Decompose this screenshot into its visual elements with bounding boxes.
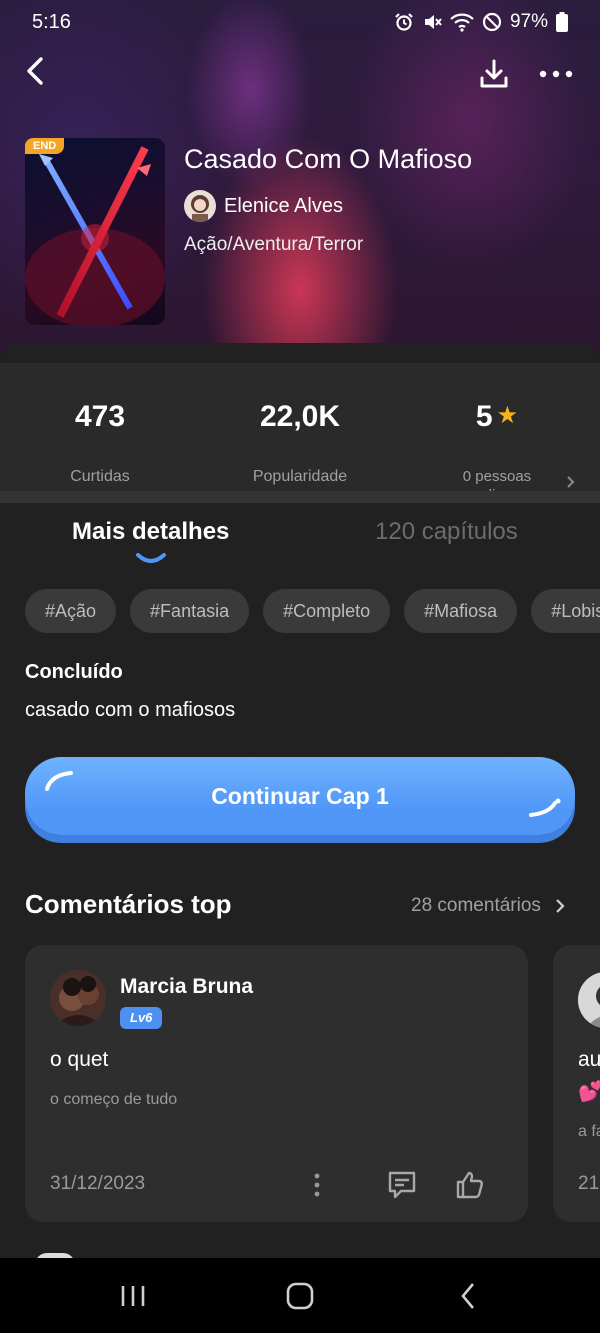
status-icons: 97% bbox=[394, 11, 568, 33]
comment-text: au bbox=[578, 1048, 600, 1071]
likes-label: Curtidas bbox=[70, 468, 130, 485]
commenter-avatar[interactable] bbox=[578, 972, 600, 1028]
end-badge: END bbox=[25, 138, 65, 154]
tab-chapters[interactable]: 120 capítulos bbox=[375, 518, 518, 546]
commenter-name[interactable]: Marcia Bruna bbox=[120, 975, 253, 999]
comments-section-title: Comentários top bbox=[25, 889, 232, 919]
back-nav-button[interactable] bbox=[428, 1258, 508, 1333]
comment-chapter: o começo de tudo bbox=[50, 1091, 178, 1108]
tag-chip[interactable]: #Fantasia bbox=[130, 589, 250, 633]
comment-date: 21 bbox=[578, 1173, 600, 1194]
all-comments-link[interactable]: 28 comentários bbox=[411, 895, 565, 917]
more-dots-icon bbox=[539, 70, 573, 78]
tag-chip[interactable]: #Ação bbox=[25, 589, 117, 633]
comment-text: o quet bbox=[50, 1048, 109, 1071]
reply-icon bbox=[388, 1171, 416, 1199]
do-not-disturb-icon bbox=[482, 12, 502, 32]
rating-value: 5 bbox=[475, 400, 493, 433]
details-sheet: 473 Curtidas 22,0K Popularidade 5 ★ 0 pes… bbox=[0, 343, 600, 1258]
author-name: Elenice Alves bbox=[224, 194, 343, 217]
button-shine bbox=[529, 798, 561, 817]
more-options-button[interactable] bbox=[538, 64, 574, 84]
section-divider bbox=[0, 491, 600, 503]
completion-status: Concluído bbox=[25, 661, 123, 683]
battery-icon bbox=[556, 12, 568, 32]
comment-card[interactable]: au 💕 a fa 21 bbox=[553, 945, 600, 1222]
synopsis: casado com o mafiosos bbox=[25, 699, 236, 721]
wifi-icon bbox=[450, 12, 474, 32]
like-button[interactable] bbox=[450, 1165, 490, 1205]
thumbs-up-icon bbox=[456, 1171, 484, 1199]
tag-chip[interactable]: #Lobisomem bbox=[531, 589, 600, 633]
book-genres: Ação/Aventura/Terror bbox=[184, 234, 364, 255]
battery-level: 97% bbox=[509, 11, 548, 32]
tag-list: #Ação #Fantasia #Completo #Mafiosa #Lobi… bbox=[25, 589, 600, 633]
system-nav-bar bbox=[0, 1258, 600, 1333]
comment-chapter: a fa bbox=[578, 1123, 600, 1140]
back-arrow-icon bbox=[27, 57, 43, 85]
mute-icon bbox=[422, 12, 442, 32]
popularity-label: Popularidade bbox=[252, 468, 348, 485]
back-nav-icon bbox=[461, 1282, 474, 1309]
book-title: Casado Com O Mafioso bbox=[184, 144, 473, 174]
likes-value: 473 bbox=[74, 400, 126, 433]
hero-background: 5:16 97% END Casado Com O Mafioso Elenic… bbox=[0, 0, 600, 360]
comment-card[interactable]: Marcia Bruna Lv6 o quet o começo de tudo… bbox=[25, 945, 528, 1222]
tag-chip[interactable]: #Mafiosa bbox=[404, 589, 518, 633]
download-button[interactable] bbox=[476, 56, 512, 92]
book-cover[interactable] bbox=[25, 138, 165, 325]
recent-apps-button[interactable] bbox=[93, 1258, 173, 1333]
alarm-icon bbox=[394, 12, 414, 32]
vertical-dots-icon bbox=[314, 1173, 320, 1197]
tab-details[interactable]: Mais detalhes bbox=[72, 518, 229, 546]
tag-chip[interactable]: #Completo bbox=[263, 589, 391, 633]
chevron-right-icon bbox=[556, 899, 565, 913]
button-shine bbox=[45, 771, 73, 791]
home-button[interactable] bbox=[260, 1258, 340, 1333]
level-badge: Lv6 bbox=[120, 1007, 163, 1029]
tab-indicator bbox=[136, 553, 166, 563]
popularity-value: 22,0K bbox=[259, 400, 341, 433]
comment-more-button[interactable] bbox=[307, 1165, 327, 1205]
reply-button[interactable] bbox=[382, 1165, 422, 1205]
star-icon: ★ bbox=[496, 402, 519, 429]
comments-count: 28 comentários bbox=[411, 895, 541, 916]
download-icon bbox=[480, 59, 508, 88]
author-link[interactable]: Elenice Alves bbox=[184, 190, 343, 222]
commenter-avatar[interactable] bbox=[50, 970, 106, 1026]
continue-label: Continuar Cap 1 bbox=[211, 782, 389, 809]
comment-date: 31/12/2023 bbox=[50, 1173, 146, 1194]
comment-actions bbox=[307, 1165, 490, 1205]
stats-panel: 473 Curtidas 22,0K Popularidade 5 ★ 0 pes… bbox=[0, 363, 600, 504]
status-bar: 5:16 97% bbox=[0, 0, 600, 44]
continue-reading-button[interactable]: Continuar Cap 1 bbox=[25, 757, 575, 835]
home-icon bbox=[286, 1282, 314, 1309]
author-avatar bbox=[184, 190, 216, 222]
comment-emoji: 💕 bbox=[578, 1081, 600, 1103]
recent-apps-icon bbox=[121, 1285, 145, 1306]
rating-value-wrap: 5 ★ bbox=[397, 400, 597, 434]
status-time: 5:16 bbox=[32, 10, 71, 33]
cover-art bbox=[25, 146, 165, 325]
back-button[interactable] bbox=[20, 54, 50, 88]
